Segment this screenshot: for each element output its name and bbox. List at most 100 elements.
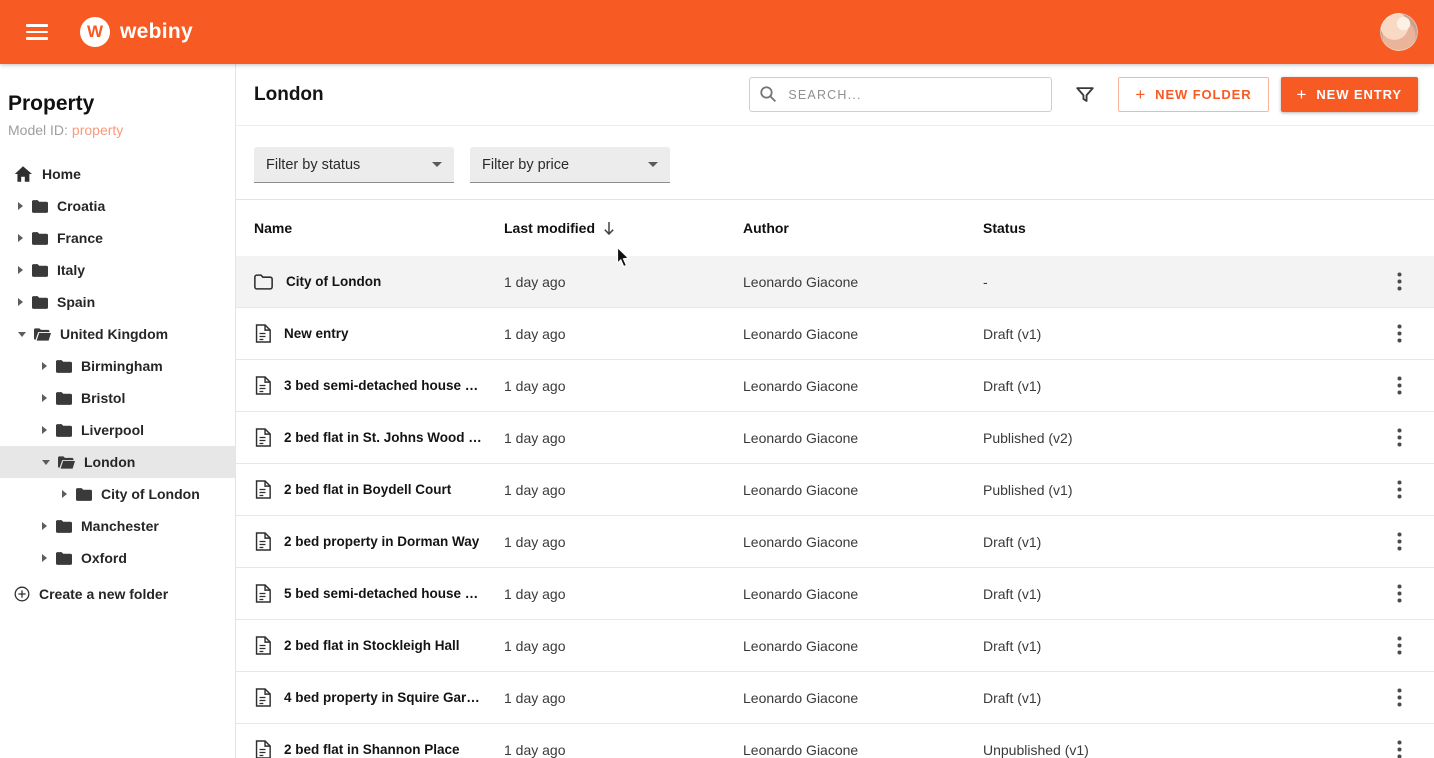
chevron-right-icon[interactable]	[18, 234, 23, 242]
topbar: W webiny	[0, 0, 1434, 64]
column-status[interactable]: Status	[983, 220, 1364, 236]
sidebar-folder-france[interactable]: France	[0, 222, 235, 254]
new-folder-button[interactable]: + NEW FOLDER	[1118, 77, 1268, 112]
folder-icon	[32, 296, 48, 309]
last-modified-cell: 1 day ago	[504, 742, 743, 758]
actions-cell	[1364, 370, 1434, 401]
entry-name: City of London	[286, 274, 381, 289]
model-id-value[interactable]: property	[72, 122, 123, 138]
model-id: Model ID:property	[8, 122, 227, 138]
entry-name: 2 bed flat in Boydell Court	[284, 482, 451, 497]
author-cell: Leonardo Giacone	[743, 742, 983, 758]
author-cell: Leonardo Giacone	[743, 378, 983, 394]
sidebar-folder-liverpool[interactable]: Liverpool	[0, 414, 235, 446]
filter-by-price-select[interactable]: Filter by price	[470, 147, 670, 183]
table-row-entry[interactable]: New entry1 day agoLeonardo GiaconeDraft …	[236, 308, 1434, 360]
row-menu-button[interactable]	[1387, 630, 1412, 661]
sidebar-folder-united-kingdom[interactable]: United Kingdom	[0, 318, 235, 350]
name-cell: 3 bed semi-detached house …	[254, 376, 504, 395]
table-row-entry[interactable]: 5 bed semi-detached house …1 day agoLeon…	[236, 568, 1434, 620]
webiny-logo[interactable]: W webiny	[80, 17, 193, 47]
table-row-entry[interactable]: 2 bed flat in Shannon Place1 day agoLeon…	[236, 724, 1434, 758]
chevron-right-icon[interactable]	[42, 394, 47, 402]
sidebar-folder-city-of-london[interactable]: City of London	[0, 478, 235, 510]
table-row-entry[interactable]: 4 bed property in Squire Gar…1 day agoLe…	[236, 672, 1434, 724]
sidebar-folder-birmingham[interactable]: Birmingham	[0, 350, 235, 382]
search-box[interactable]	[749, 77, 1052, 112]
folder-label: Croatia	[57, 198, 105, 214]
table-row-entry[interactable]: 2 bed flat in St. Johns Wood …1 day agoL…	[236, 412, 1434, 464]
user-avatar[interactable]	[1380, 13, 1418, 51]
last-modified-cell: 1 day ago	[504, 378, 743, 394]
author-cell: Leonardo Giacone	[743, 326, 983, 342]
row-menu-button[interactable]	[1387, 578, 1412, 609]
row-menu-button[interactable]	[1387, 526, 1412, 557]
column-author[interactable]: Author	[743, 220, 983, 236]
column-name[interactable]: Name	[254, 220, 504, 236]
name-cell: 5 bed semi-detached house …	[254, 584, 504, 603]
document-icon	[254, 376, 271, 395]
chevron-right-icon[interactable]	[18, 202, 23, 210]
sidebar-folder-manchester[interactable]: Manchester	[0, 510, 235, 542]
row-menu-button[interactable]	[1387, 266, 1412, 297]
actions-cell	[1364, 734, 1434, 758]
chevron-right-icon[interactable]	[42, 426, 47, 434]
create-folder-button[interactable]: Create a new folder	[0, 578, 235, 610]
chevron-right-icon[interactable]	[42, 362, 47, 370]
app-root: W webiny Property Model ID:property Home…	[0, 0, 1434, 758]
menu-icon[interactable]	[26, 24, 56, 40]
table-row-folder[interactable]: City of London1 day agoLeonardo Giacone-	[236, 256, 1434, 308]
model-title: Property	[8, 92, 227, 116]
sidebar-folder-oxford[interactable]: Oxford	[0, 542, 235, 574]
row-menu-button[interactable]	[1387, 474, 1412, 505]
sidebar-folder-italy[interactable]: Italy	[0, 254, 235, 286]
chevron-right-icon[interactable]	[18, 298, 23, 306]
sidebar-item-home[interactable]: Home	[0, 158, 235, 190]
sidebar-folder-london[interactable]: London	[0, 446, 235, 478]
chevron-down-icon[interactable]	[18, 332, 26, 337]
table-row-entry[interactable]: 2 bed flat in Stockleigh Hall1 day agoLe…	[236, 620, 1434, 672]
actions-cell	[1364, 318, 1434, 349]
chevron-right-icon[interactable]	[18, 266, 23, 274]
chevron-down-icon[interactable]	[42, 460, 50, 465]
author-cell: Leonardo Giacone	[743, 430, 983, 446]
entry-name: 2 bed flat in Stockleigh Hall	[284, 638, 460, 653]
chevron-right-icon[interactable]	[42, 522, 47, 530]
table-row-entry[interactable]: 2 bed property in Dorman Way1 day agoLeo…	[236, 516, 1434, 568]
last-modified-cell: 1 day ago	[504, 638, 743, 654]
app-shell: Property Model ID:property Home Croatia F…	[0, 64, 1434, 758]
author-cell: Leonardo Giacone	[743, 586, 983, 602]
column-last-modified[interactable]: Last modified	[504, 220, 743, 236]
content-header: London + NEW FOLDER	[236, 64, 1434, 126]
actions-cell	[1364, 474, 1434, 505]
row-menu-button[interactable]	[1387, 422, 1412, 453]
filter-price-label: Filter by price	[482, 157, 569, 173]
filter-icon	[1074, 84, 1096, 106]
search-input[interactable]	[749, 77, 1052, 112]
row-menu-button[interactable]	[1387, 734, 1412, 758]
chevron-down-icon	[648, 162, 658, 167]
table-header: Name Last modified Author Status	[236, 200, 1434, 256]
actions-cell	[1364, 422, 1434, 453]
sidebar-folder-croatia[interactable]: Croatia	[0, 190, 235, 222]
sidebar-folder-spain[interactable]: Spain	[0, 286, 235, 318]
last-modified-cell: 1 day ago	[504, 326, 743, 342]
row-menu-button[interactable]	[1387, 682, 1412, 713]
folder-icon	[76, 488, 92, 501]
new-entry-button[interactable]: + NEW ENTRY	[1281, 77, 1418, 112]
table-row-entry[interactable]: 3 bed semi-detached house …1 day agoLeon…	[236, 360, 1434, 412]
folder-icon	[56, 424, 72, 437]
main-content: London + NEW FOLDER	[236, 64, 1434, 758]
folder-label: Italy	[57, 262, 85, 278]
row-menu-button[interactable]	[1387, 370, 1412, 401]
chevron-right-icon[interactable]	[62, 490, 67, 498]
chevron-right-icon[interactable]	[42, 554, 47, 562]
folder-label: United Kingdom	[60, 326, 168, 342]
filter-icon-button[interactable]	[1070, 80, 1100, 110]
folder-icon	[254, 274, 273, 290]
header-actions: + NEW FOLDER + NEW ENTRY	[749, 77, 1418, 112]
table-row-entry[interactable]: 2 bed flat in Boydell Court1 day agoLeon…	[236, 464, 1434, 516]
filter-by-status-select[interactable]: Filter by status	[254, 147, 454, 183]
row-menu-button[interactable]	[1387, 318, 1412, 349]
sidebar-folder-bristol[interactable]: Bristol	[0, 382, 235, 414]
